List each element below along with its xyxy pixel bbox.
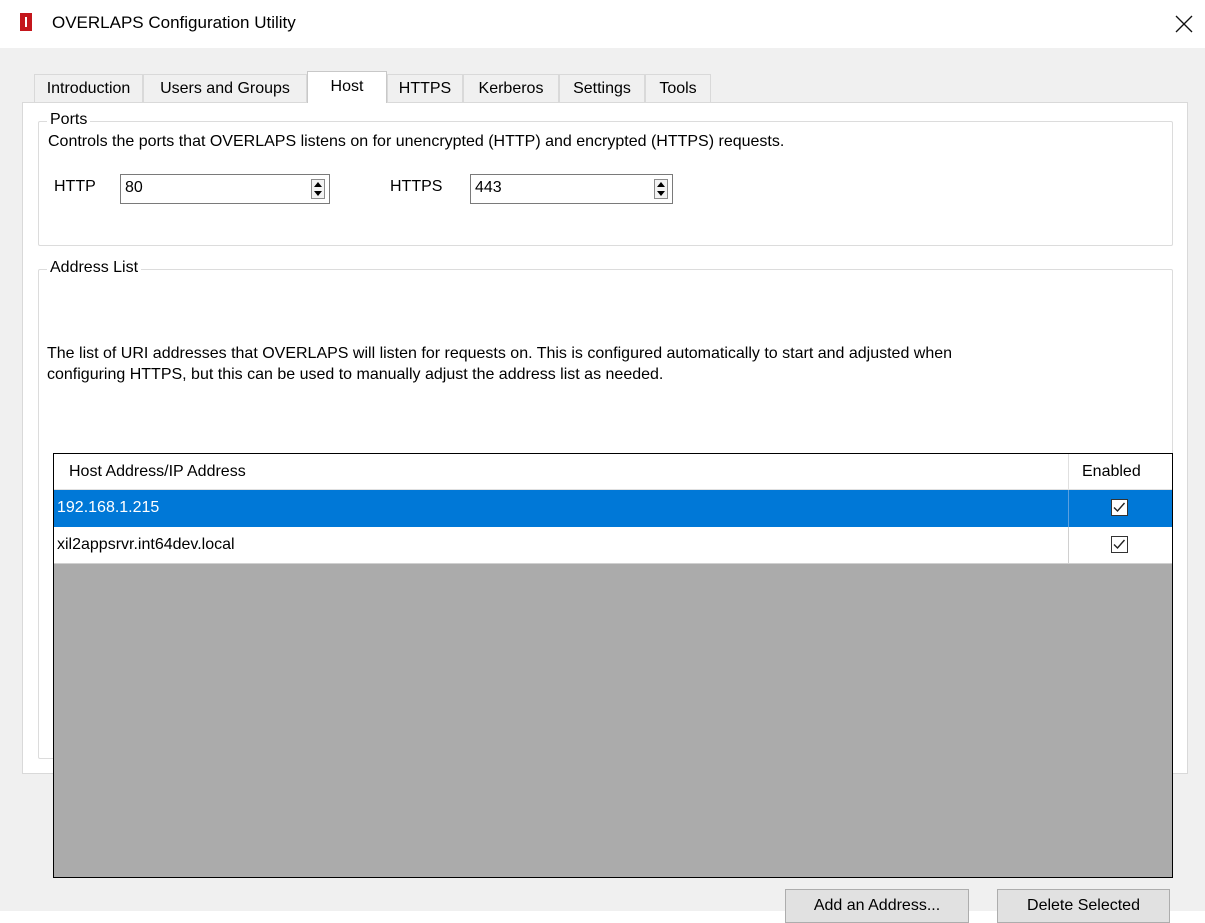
tab-introduction[interactable]: Introduction (34, 74, 143, 102)
https-port-value: 443 (475, 179, 502, 196)
address-cell: 192.168.1.215 (57, 499, 160, 516)
column-divider (1068, 527, 1069, 564)
spin-down-icon (314, 191, 322, 196)
column-header-address[interactable]: Host Address/IP Address (69, 463, 246, 481)
spin-down-icon (657, 191, 665, 196)
https-label: HTTPS (390, 178, 443, 195)
address-list-title: Address List (47, 259, 142, 277)
https-port-stepper[interactable]: 443 (470, 174, 673, 204)
column-divider (1068, 490, 1069, 527)
add-address-button[interactable]: Add an Address... (785, 889, 969, 923)
tab-settings[interactable]: Settings (559, 74, 645, 102)
http-port-stepper[interactable]: 80 (120, 174, 330, 204)
http-port-value: 80 (125, 179, 143, 196)
close-button[interactable] (1164, 4, 1204, 44)
address-cell: xil2appsrvr.int64dev.local (57, 536, 235, 553)
http-spin-buttons[interactable] (311, 179, 325, 199)
title-bar: OVERLAPS Configuration Utility (0, 0, 1205, 48)
tab-users-and-groups[interactable]: Users and Groups (143, 74, 307, 102)
close-icon (1175, 15, 1193, 33)
client-area: Introduction Users and Groups Host HTTPS… (0, 48, 1205, 923)
delete-selected-button[interactable]: Delete Selected (997, 889, 1170, 923)
host-tab-panel: Ports Controls the ports that OVERLAPS l… (22, 102, 1188, 923)
enabled-checkbox[interactable] (1111, 499, 1128, 516)
https-spin-buttons[interactable] (654, 179, 668, 199)
tab-https[interactable]: HTTPS (387, 74, 463, 102)
enabled-checkbox[interactable] (1111, 536, 1128, 553)
ports-groupbox: Ports Controls the ports that OVERLAPS l… (38, 111, 1173, 246)
spin-up-icon (314, 182, 322, 187)
check-icon (1113, 502, 1126, 513)
column-header-enabled[interactable]: Enabled (1082, 463, 1141, 481)
address-list-description-line2: configuring HTTPS, but this can be used … (47, 366, 664, 383)
address-list-description-line1: The list of URI addresses that OVERLAPS … (47, 345, 953, 362)
check-icon (1113, 539, 1126, 550)
tab-tools[interactable]: Tools (645, 74, 711, 102)
tab-kerberos[interactable]: Kerberos (463, 74, 559, 102)
app-icon (20, 13, 32, 31)
window-title: OVERLAPS Configuration Utility (52, 13, 296, 32)
table-row[interactable]: 192.168.1.215 (54, 490, 1172, 527)
ports-description: Controls the ports that OVERLAPS listens… (48, 133, 785, 150)
grid-header: Host Address/IP Address Enabled (54, 454, 1172, 490)
tab-host[interactable]: Host (307, 71, 387, 103)
ports-group-title: Ports (47, 111, 91, 129)
http-label: HTTP (54, 178, 96, 195)
address-grid[interactable]: Host Address/IP Address Enabled 192.168.… (53, 453, 1173, 878)
column-divider (1068, 454, 1069, 490)
table-row[interactable]: xil2appsrvr.int64dev.local (54, 527, 1172, 564)
spin-up-icon (657, 182, 665, 187)
